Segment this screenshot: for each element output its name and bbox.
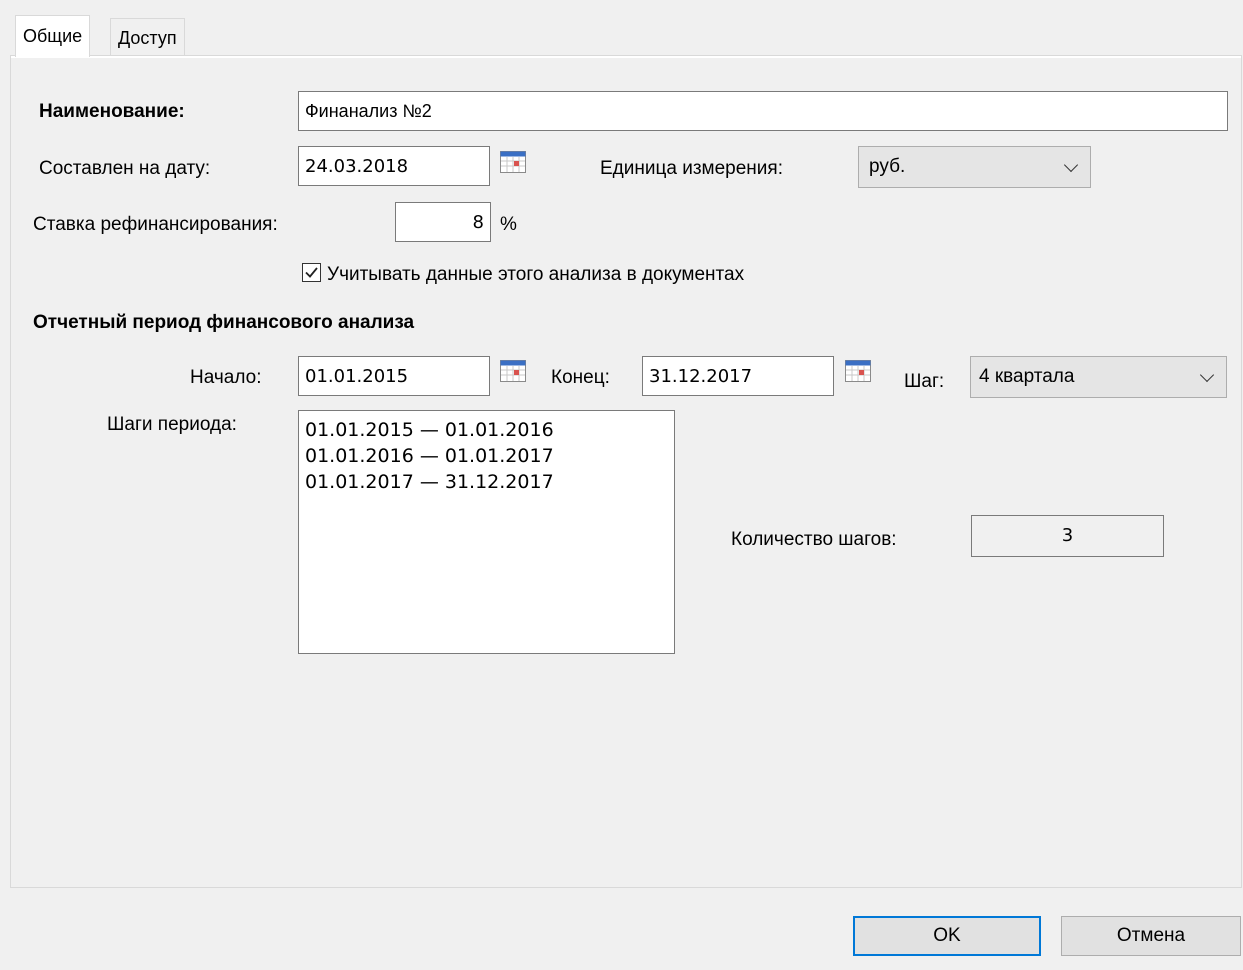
use-in-docs-checkbox[interactable] — [302, 263, 321, 282]
calendar-icon[interactable] — [500, 360, 526, 382]
date-input[interactable]: 24.03.2018 — [298, 146, 490, 186]
use-in-docs-label[interactable]: Учитывать данные этого анализа в докумен… — [327, 264, 744, 286]
chevron-down-icon — [1063, 157, 1079, 173]
period-steps-list[interactable]: 01.01.2015 — 01.01.2016 01.01.2016 — 01.… — [298, 410, 675, 654]
step-select[interactable]: 4 квартала — [970, 356, 1227, 398]
step-label: Шаг: — [904, 371, 945, 392]
list-item[interactable]: 01.01.2017 — 31.12.2017 — [305, 469, 668, 495]
start-date-input[interactable]: 01.01.2015 — [298, 356, 490, 396]
rate-unit-label: % — [500, 214, 517, 235]
calendar-icon[interactable] — [500, 151, 526, 173]
rate-input[interactable]: 8 — [395, 202, 491, 242]
name-label: Наименование: — [39, 101, 185, 122]
ok-button[interactable]: OK — [853, 916, 1041, 956]
unit-select-value: руб. — [869, 156, 906, 177]
chevron-down-icon — [1199, 367, 1215, 383]
tab-access[interactable]: Доступ — [110, 18, 185, 56]
date-label: Составлен на дату: — [39, 158, 211, 179]
list-item[interactable]: 01.01.2016 — 01.01.2017 — [305, 443, 668, 469]
step-select-value: 4 квартала — [979, 366, 1075, 387]
rate-label: Ставка рефинансирования: — [33, 214, 278, 235]
unit-select[interactable]: руб. — [858, 146, 1091, 188]
count-field: 3 — [971, 515, 1164, 557]
count-label: Количество шагов: — [731, 529, 897, 550]
checkmark-icon — [305, 267, 318, 278]
end-date-input[interactable]: 31.12.2017 — [642, 356, 834, 396]
calendar-icon[interactable] — [845, 360, 871, 382]
cancel-button[interactable]: Отмена — [1061, 916, 1241, 956]
start-label: Начало: — [190, 367, 262, 388]
unit-label: Единица измерения: — [600, 158, 783, 179]
tab-general[interactable]: Общие — [15, 15, 91, 57]
name-input[interactable]: Финанализ №2 — [298, 91, 1228, 131]
panel-divider — [11, 56, 1241, 58]
steps-label: Шаги периода: — [107, 414, 237, 435]
end-label: Конец: — [551, 367, 610, 388]
period-section-title: Отчетный период финансового анализа — [33, 312, 415, 333]
list-item[interactable]: 01.01.2015 — 01.01.2016 — [305, 417, 668, 443]
